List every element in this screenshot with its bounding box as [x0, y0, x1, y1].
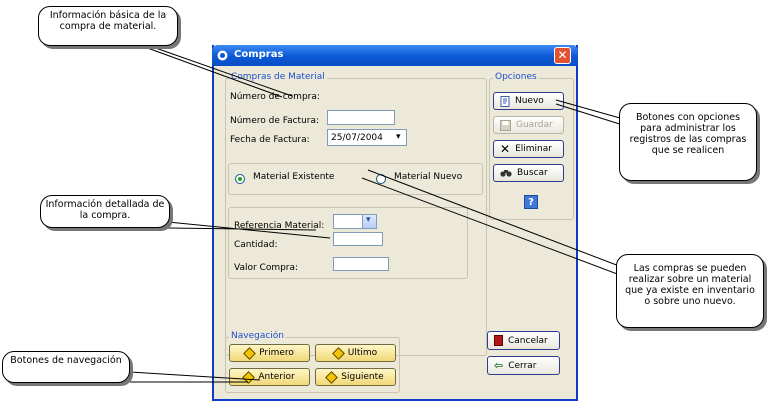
- save-icon: [500, 119, 511, 131]
- fecha-factura-picker[interactable]: 25/07/2004 ▾: [327, 129, 407, 146]
- callout-botones-navegacion: Botones de navegación: [2, 351, 130, 383]
- callout-compras-material: Las compras se pueden realizar sobre un …: [616, 254, 764, 328]
- fecha-factura-label: Fecha de Factura:: [230, 135, 310, 145]
- valor-compra-input[interactable]: [333, 257, 389, 271]
- numero-factura-label: Número de Factura:: [230, 116, 320, 126]
- diamond-icon: [325, 370, 339, 384]
- help-icon[interactable]: ?: [524, 195, 538, 209]
- cerrar-label: Cerrar: [508, 360, 537, 371]
- material-existente-label: Material Existente: [253, 172, 335, 182]
- primero-button[interactable]: Primero: [229, 344, 310, 362]
- exit-icon: ⇦: [494, 359, 504, 372]
- cantidad-label: Cantidad:: [234, 240, 278, 250]
- callout-botones-opciones: Botones con opciones para administrar lo…: [619, 103, 757, 181]
- eliminar-button[interactable]: ✕ Eliminar: [493, 140, 564, 158]
- compras-window: Compras ✕ Compras de Material Número de …: [212, 45, 578, 401]
- delete-x-icon: ✕: [500, 142, 511, 156]
- anterior-button[interactable]: Anterior: [229, 368, 310, 386]
- primero-label: Primero: [259, 348, 294, 358]
- siguiente-button[interactable]: Siguiente: [315, 368, 396, 386]
- cancel-icon: [494, 335, 503, 346]
- diamond-icon: [242, 370, 256, 384]
- compras-group-legend: Compras de Material: [229, 72, 327, 82]
- cerrar-button[interactable]: ⇦ Cerrar: [487, 356, 560, 375]
- cancelar-label: Cancelar: [508, 335, 548, 346]
- fecha-factura-value: 25/07/2004: [331, 133, 383, 143]
- guardar-button[interactable]: Guardar: [493, 116, 564, 134]
- numero-factura-input[interactable]: [327, 110, 395, 125]
- cantidad-input[interactable]: [333, 232, 383, 246]
- ultimo-button[interactable]: Ultimo: [315, 344, 396, 362]
- binoculars-icon: [500, 170, 512, 177]
- material-nuevo-radio[interactable]: [376, 174, 386, 184]
- app-icon: [217, 50, 228, 61]
- numero-compra-label: Número de compra:: [230, 92, 320, 102]
- ultimo-label: Ultimo: [347, 348, 378, 358]
- opciones-legend: Opciones: [493, 72, 539, 82]
- new-document-icon: [500, 95, 510, 107]
- diamond-icon: [243, 346, 256, 360]
- cancelar-button[interactable]: Cancelar: [487, 331, 560, 350]
- window-title: Compras: [234, 49, 284, 60]
- material-existente-radio[interactable]: [235, 174, 245, 184]
- guardar-label: Guardar: [516, 120, 553, 130]
- diamond-icon: [331, 346, 345, 360]
- chevron-down-icon[interactable]: ▾: [396, 132, 401, 142]
- title-bar[interactable]: Compras ✕: [212, 45, 578, 66]
- navegacion-legend: Navegación: [229, 331, 286, 341]
- callout-informacion-basica: Información básica de la compra de mater…: [38, 6, 178, 46]
- anterior-label: Anterior: [258, 372, 295, 382]
- eliminar-label: Eliminar: [515, 144, 552, 154]
- nuevo-label: Nuevo: [515, 96, 544, 106]
- siguiente-label: Siguiente: [341, 372, 384, 382]
- buscar-label: Buscar: [517, 168, 548, 178]
- close-button[interactable]: ✕: [554, 47, 571, 64]
- referencia-label: Referencia Material:: [234, 221, 325, 231]
- nuevo-button[interactable]: Nuevo: [493, 92, 564, 110]
- referencia-dropdown-button[interactable]: ▾: [362, 215, 376, 228]
- chevron-down-icon: ▾: [366, 215, 371, 225]
- material-nuevo-label: Material Nuevo: [394, 172, 463, 182]
- referencia-combo[interactable]: ▾: [333, 214, 377, 229]
- buscar-button[interactable]: Buscar: [493, 164, 564, 182]
- callout-informacion-detallada: Información detallada de la compra.: [40, 195, 170, 228]
- valor-compra-label: Valor Compra:: [234, 263, 299, 273]
